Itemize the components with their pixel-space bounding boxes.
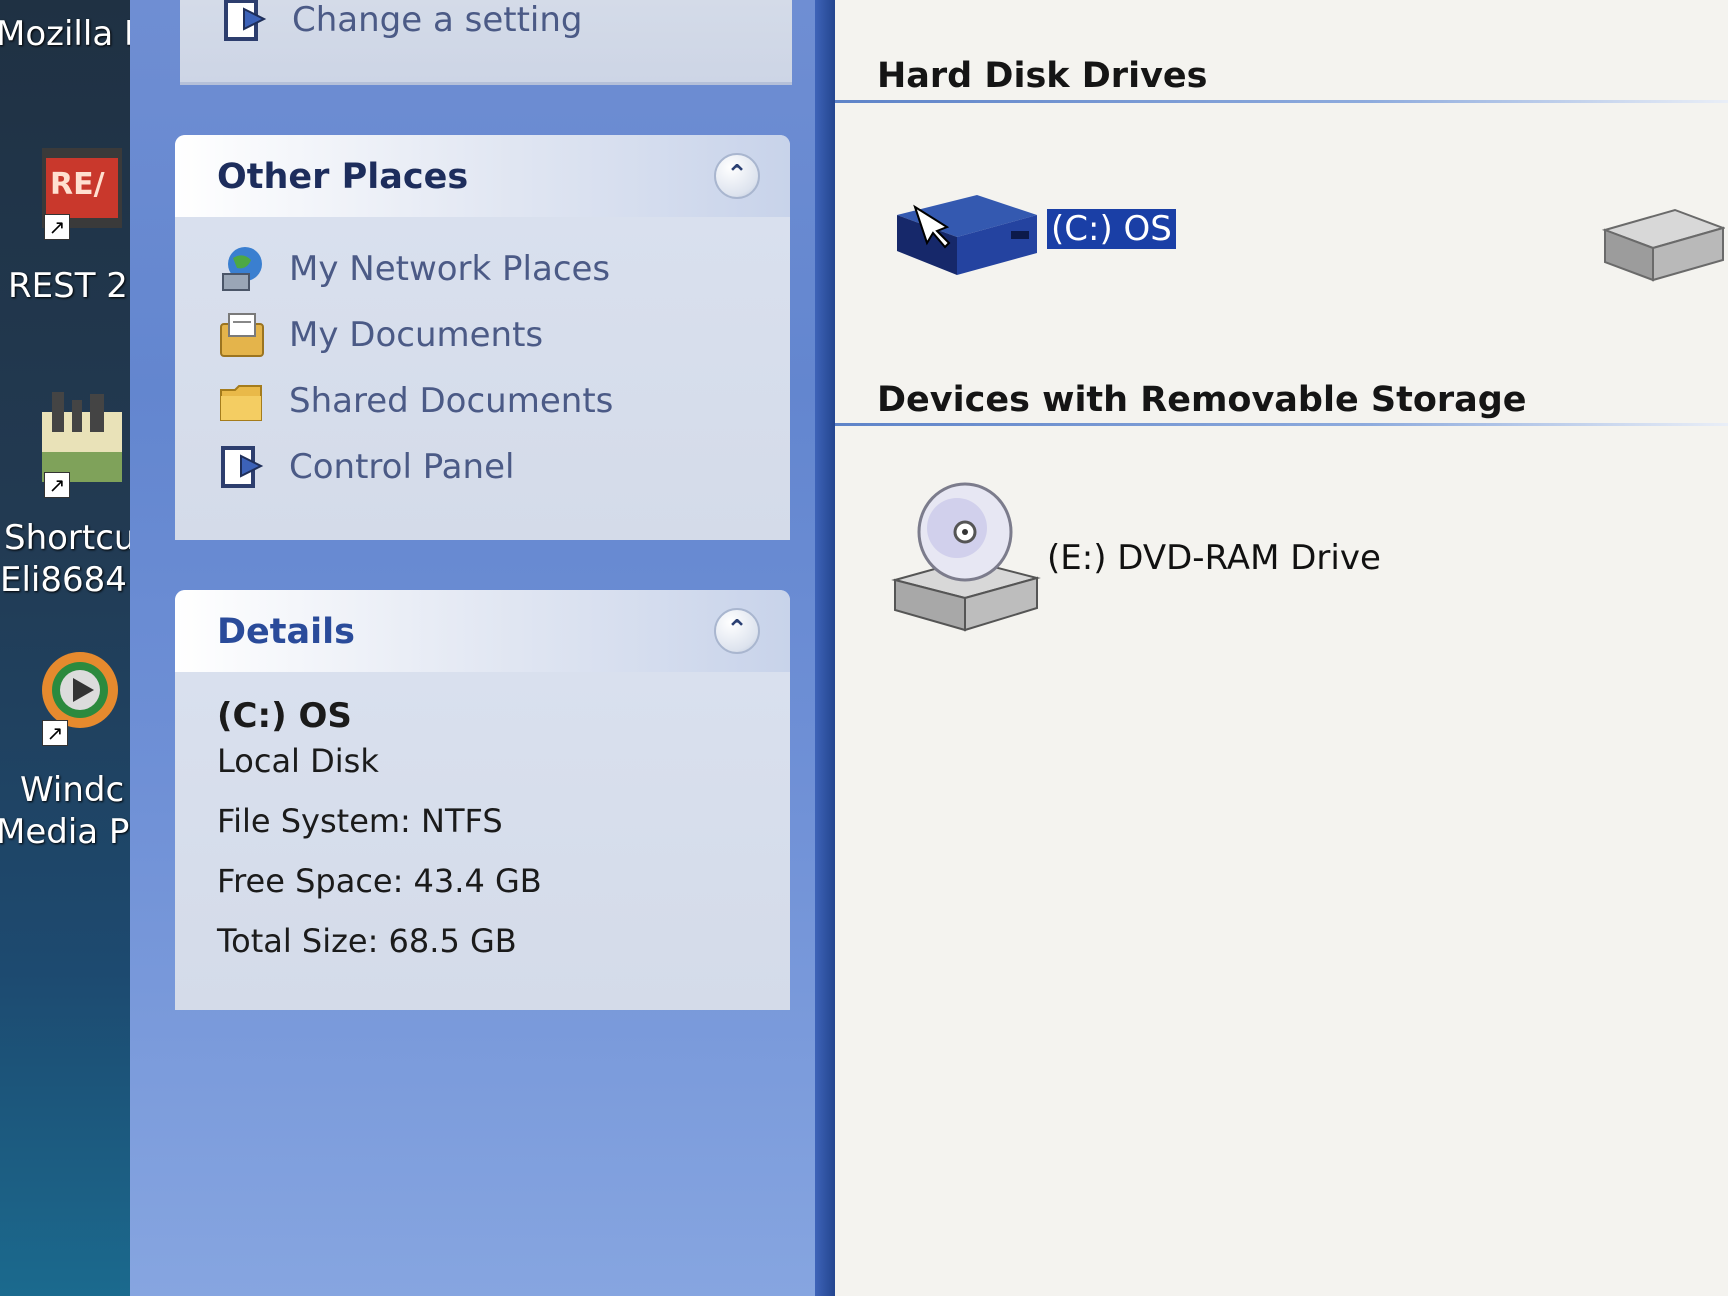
details-panel: Details ⌃ (C:) OS Local Disk File System…: [175, 590, 790, 1010]
shortcut-arrow-icon: ↗: [42, 720, 68, 746]
task-pane: Change a setting Other Places ⌃ My Netwo…: [130, 0, 835, 1296]
drive-e-item[interactable]: (E:) DVD-RAM Drive: [887, 480, 1381, 640]
drive-c-label: (C:) OS: [1047, 209, 1176, 249]
shortcut-arrow-icon: ↗: [44, 472, 70, 498]
task-pane-border: [815, 0, 835, 1296]
desktop-item-shortcut-label-1[interactable]: Shortcu: [4, 518, 130, 558]
other-places-body: My Network Places My Documents Shared Do…: [175, 217, 790, 540]
svg-text:RE/: RE/: [50, 167, 105, 202]
drives-view: Hard Disk Drives (C:) OS Devices with Re…: [835, 0, 1728, 1296]
system-tasks-panel: Change a setting: [180, 0, 792, 85]
link-shared-documents[interactable]: Shared Documents: [217, 373, 613, 429]
details-title: Details: [217, 612, 355, 652]
documents-icon: [217, 310, 267, 360]
details-drive-type: Local Disk: [217, 742, 379, 780]
shortcut-arrow-icon: ↗: [44, 214, 70, 240]
other-places-title: Other Places: [217, 157, 469, 197]
change-setting-label: Change a setting: [292, 0, 583, 40]
details-total-size: Total Size: 68.5 GB: [217, 922, 517, 960]
folder-icon: [217, 376, 267, 426]
link-my-network-places[interactable]: My Network Places: [217, 241, 610, 297]
collapse-chevron-icon[interactable]: ⌃: [714, 153, 760, 199]
desktop-item-media-label-1[interactable]: Windc: [20, 770, 124, 810]
network-icon: [217, 244, 267, 294]
group-title-removable-storage: Devices with Removable Storage: [877, 380, 1527, 420]
media-player-icon[interactable]: ↗: [40, 648, 120, 746]
change-setting-link[interactable]: Change a setting: [220, 0, 583, 48]
desktop-item-mozilla-label[interactable]: Mozilla Fi: [0, 14, 130, 54]
link-label: Shared Documents: [289, 381, 614, 421]
other-places-panel: Other Places ⌃ My Network Places My Docu…: [175, 135, 790, 540]
link-label: My Network Places: [289, 249, 611, 289]
link-my-documents[interactable]: My Documents: [217, 307, 543, 363]
details-free-space: Free Space: 43.4 GB: [217, 862, 542, 900]
collapse-chevron-icon[interactable]: ⌃: [714, 608, 760, 654]
hard-drive-icon[interactable]: [1595, 200, 1725, 290]
rest-app-icon[interactable]: RE/ ↗: [42, 148, 122, 240]
control-panel-icon: [217, 442, 267, 492]
control-panel-icon: [220, 0, 270, 45]
group-divider: [835, 423, 1728, 426]
desktop-item-shortcut-label-2[interactable]: Eli8684: [0, 560, 127, 600]
link-label: Control Panel: [289, 447, 515, 487]
link-control-panel[interactable]: Control Panel: [217, 439, 514, 495]
group-title-hard-disk-drives: Hard Disk Drives: [877, 56, 1208, 96]
dvd-drive-icon: [891, 482, 1041, 632]
desktop-item-rest-label[interactable]: REST 2: [8, 266, 128, 306]
desktop-item-media-label-2[interactable]: Media P: [0, 812, 129, 852]
hard-drive-icon: [897, 195, 1037, 275]
shortcut-app-icon[interactable]: ↗: [42, 392, 122, 498]
drive-e-label: (E:) DVD-RAM Drive: [1047, 538, 1381, 578]
details-header[interactable]: Details ⌃: [175, 590, 790, 672]
drive-c-item[interactable]: (C:) OS: [887, 185, 1227, 285]
other-places-header[interactable]: Other Places ⌃: [175, 135, 790, 217]
details-file-system: File System: NTFS: [217, 802, 503, 840]
link-label: My Documents: [289, 315, 544, 355]
desktop-area: Mozilla Fi RE/ ↗ REST 2 ↗ Shortcu Eli868…: [0, 0, 130, 1296]
details-drive-name: (C:) OS: [217, 696, 352, 736]
group-divider: [835, 100, 1728, 103]
details-body: (C:) OS Local Disk File System: NTFS Fre…: [175, 672, 790, 1010]
